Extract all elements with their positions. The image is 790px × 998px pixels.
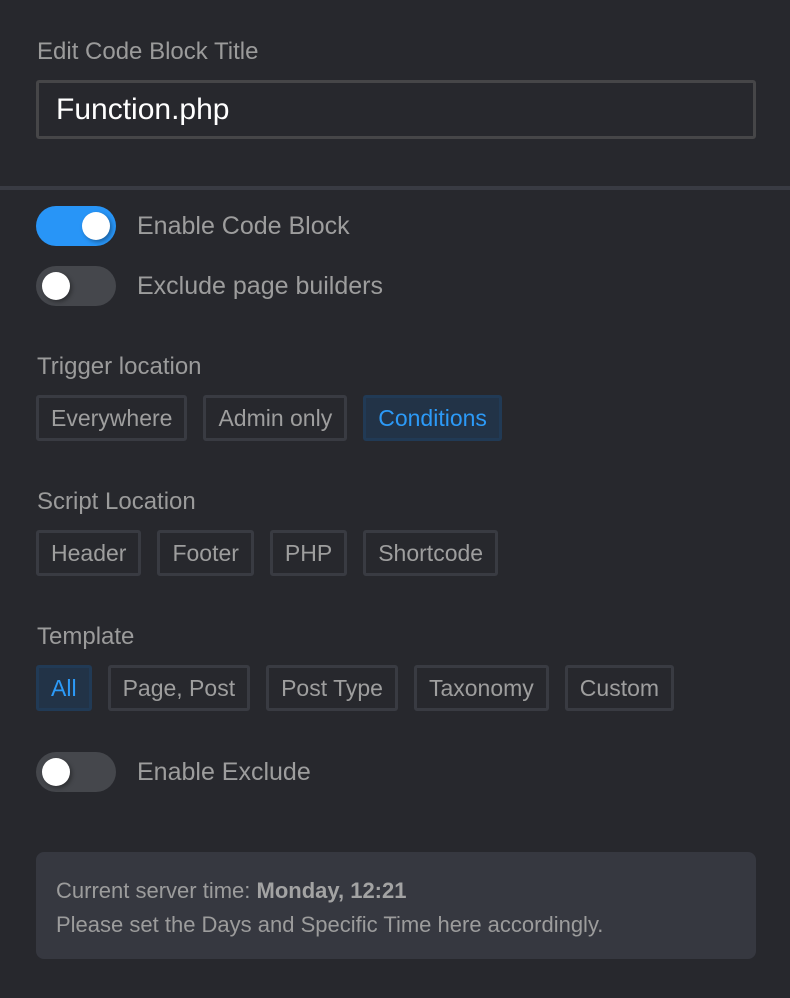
server-time-value: Monday, 12:21 xyxy=(256,878,407,903)
template-option-all[interactable]: All xyxy=(36,665,92,711)
enable-exclude-toggle[interactable] xyxy=(36,752,116,792)
toggle-knob xyxy=(82,212,110,240)
template-option-taxonomy[interactable]: Taxonomy xyxy=(413,665,549,711)
template-option-post-type[interactable]: Post Type xyxy=(266,665,398,711)
script-option-shortcode[interactable]: Shortcode xyxy=(363,530,499,576)
enable-code-block-row: Enable Code Block xyxy=(36,206,350,246)
template-option-custom[interactable]: Custom xyxy=(564,665,675,711)
server-time-line: Current server time: Monday, 12:21 xyxy=(56,874,736,908)
enable-code-block-label: Enable Code Block xyxy=(137,211,350,240)
exclude-page-builders-row: Exclude page builders xyxy=(36,266,383,306)
edit-title-label: Edit Code Block Title xyxy=(37,38,259,65)
trigger-location-options: Everywhere Admin only Conditions xyxy=(36,395,502,441)
script-location-options: Header Footer PHP Shortcode xyxy=(36,530,499,576)
trigger-location-label: Trigger location xyxy=(37,353,202,380)
server-time-hint: Please set the Days and Specific Time he… xyxy=(56,912,604,937)
enable-exclude-label: Enable Exclude xyxy=(137,757,311,786)
trigger-option-admin-only[interactable]: Admin only xyxy=(203,395,348,441)
script-option-header[interactable]: Header xyxy=(36,530,142,576)
server-time-prefix: Current server time: xyxy=(56,878,257,903)
toggle-knob xyxy=(42,758,70,786)
section-divider xyxy=(0,186,790,190)
script-option-php[interactable]: PHP xyxy=(269,530,348,576)
template-label: Template xyxy=(37,623,135,650)
script-option-footer[interactable]: Footer xyxy=(157,530,254,576)
exclude-page-builders-toggle[interactable] xyxy=(36,266,116,306)
code-block-title-input[interactable] xyxy=(36,80,756,139)
script-location-label: Script Location xyxy=(37,488,196,515)
template-options: All Page, Post Post Type Taxonomy Custom xyxy=(36,665,675,711)
trigger-option-everywhere[interactable]: Everywhere xyxy=(36,395,188,441)
toggle-knob xyxy=(42,272,70,300)
enable-code-block-toggle[interactable] xyxy=(36,206,116,246)
server-time-info-box: Current server time: Monday, 12:21 Pleas… xyxy=(36,852,756,959)
enable-exclude-row: Enable Exclude xyxy=(36,752,311,792)
trigger-option-conditions[interactable]: Conditions xyxy=(363,395,502,441)
template-option-page-post[interactable]: Page, Post xyxy=(107,665,251,711)
exclude-page-builders-label: Exclude page builders xyxy=(137,271,383,300)
